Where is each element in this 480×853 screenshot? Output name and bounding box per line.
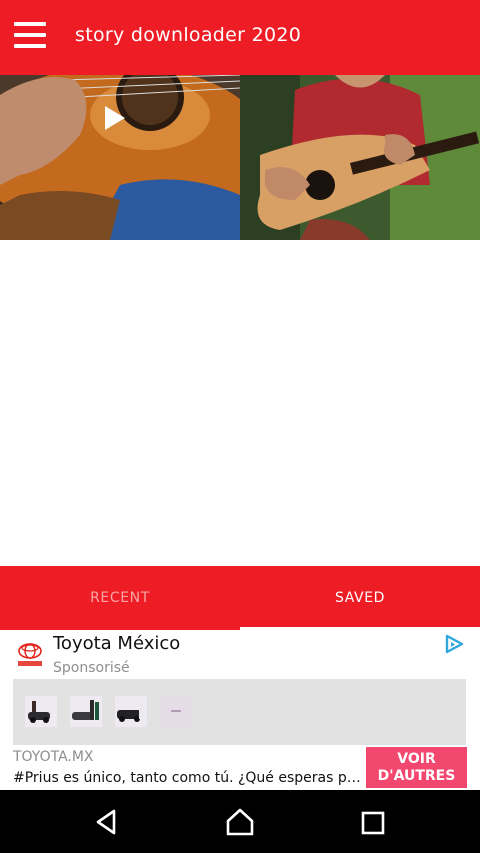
recents-button[interactable] <box>333 790 413 853</box>
ad-advertiser-name: Toyota México <box>53 633 181 654</box>
guitar-video-image <box>0 75 240 240</box>
ad-media-thumb[interactable] <box>160 696 192 727</box>
app-bar: story downloader 2020 <box>0 0 480 75</box>
home-button[interactable] <box>200 790 280 853</box>
home-icon <box>226 808 254 836</box>
ad-sponsored-label: Sponsorisé <box>53 660 130 676</box>
ad-media-carousel[interactable] <box>13 679 466 745</box>
ad-domain: TOYOTA.MX <box>13 749 94 765</box>
media-grid <box>0 75 480 240</box>
guitar-player-image <box>240 75 480 240</box>
play-icon <box>105 106 125 130</box>
back-button[interactable] <box>67 790 147 853</box>
toyota-logo <box>18 643 42 666</box>
app-title: story downloader 2020 <box>75 24 302 46</box>
tab-recent[interactable]: RECENT <box>0 566 240 630</box>
adchoices-icon[interactable] <box>443 633 465 655</box>
recents-square-icon <box>361 811 385 835</box>
hamburger-menu-icon[interactable] <box>14 22 48 52</box>
ad-body-text: #Prius es único, tanto como tú. ¿Qué esp… <box>13 770 363 786</box>
system-nav-bar <box>0 790 480 853</box>
native-ad[interactable]: Toyota México Sponsorisé TOYOTA.MX #Priu… <box>0 630 480 790</box>
ad-media-thumb[interactable] <box>25 696 57 727</box>
image-thumbnail[interactable] <box>240 75 480 240</box>
ad-cta-button[interactable]: VOIR D'AUTRES <box>366 747 467 788</box>
ad-media-thumb[interactable] <box>70 696 102 727</box>
back-triangle-icon <box>96 809 116 835</box>
tab-saved[interactable]: SAVED <box>240 566 480 630</box>
ad-cta-label: VOIR D'AUTRES <box>377 750 456 784</box>
video-thumbnail[interactable] <box>0 75 240 240</box>
ad-media-thumb[interactable] <box>115 696 147 727</box>
tab-bar: RECENT SAVED <box>0 566 480 630</box>
